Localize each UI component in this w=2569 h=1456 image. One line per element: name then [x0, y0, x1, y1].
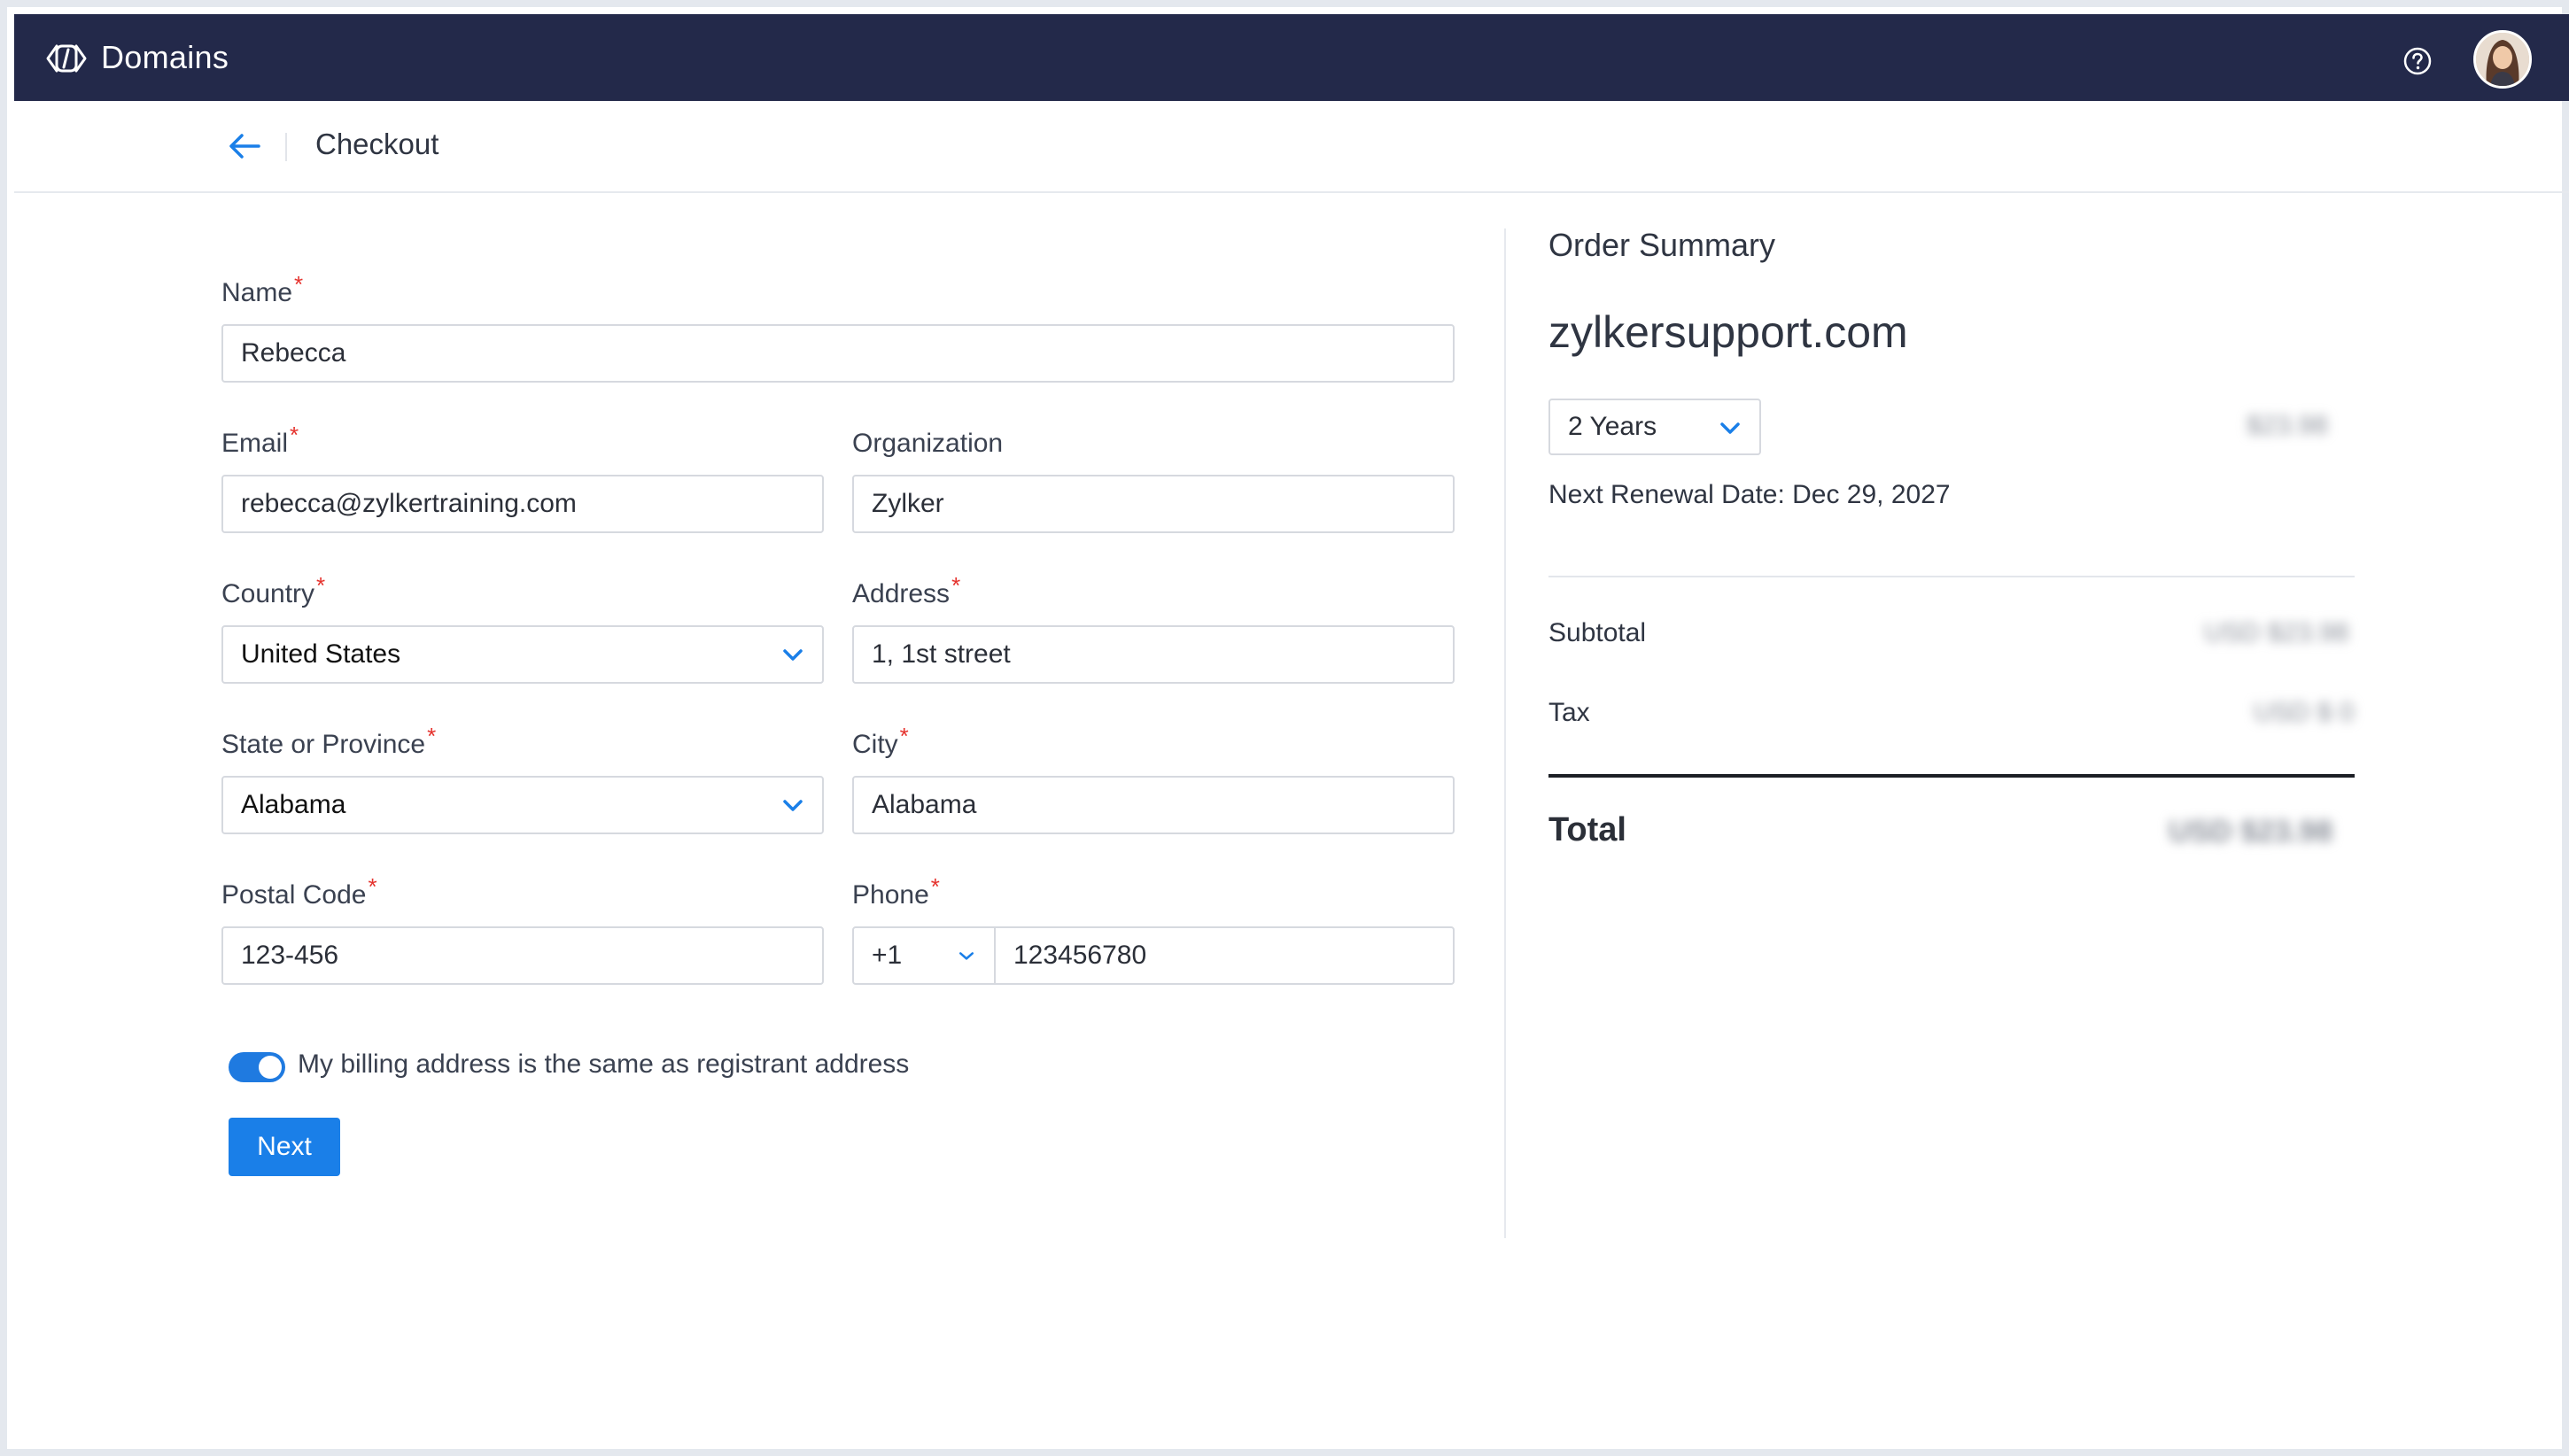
- state-label: State or Province*: [221, 723, 436, 760]
- email-field[interactable]: rebecca@zylkertraining.com: [221, 475, 824, 533]
- email-value: rebecca@zylkertraining.com: [241, 489, 577, 518]
- required-mark: *: [899, 723, 909, 749]
- phone-label: Phone*: [852, 873, 940, 910]
- required-mark: *: [368, 873, 377, 900]
- state-value: Alabama: [241, 790, 346, 819]
- total-divider: [1548, 774, 2355, 778]
- country-label-text: Country: [221, 579, 315, 608]
- term-price: $23.98: [2247, 411, 2328, 440]
- billing-same-label: My billing address is the same as regist…: [298, 1049, 910, 1079]
- country-value: United States: [241, 639, 401, 669]
- country-select[interactable]: United States: [221, 625, 824, 684]
- postal-code-field[interactable]: 123-456: [221, 926, 824, 985]
- phone-number-value: 123456780: [1013, 941, 1147, 970]
- city-value: Alabama: [872, 790, 977, 819]
- page-header: Checkout: [14, 101, 2569, 193]
- domains-logo-icon[interactable]: [44, 41, 89, 76]
- tax-label: Tax: [1548, 698, 1590, 727]
- country-label: Country*: [221, 572, 325, 609]
- address-label: Address*: [852, 572, 960, 609]
- summary-divider: [1548, 576, 2355, 577]
- next-renewal-date: Next Renewal Date: Dec 29, 2027: [1548, 480, 1951, 509]
- email-label: Email*: [221, 422, 299, 459]
- order-summary-title: Order Summary: [1548, 227, 1776, 263]
- header-divider: [285, 133, 287, 161]
- address-value: 1, 1st street: [872, 639, 1011, 669]
- chevron-down-icon: [783, 649, 803, 661]
- chevron-down-icon: [959, 952, 974, 960]
- address-label-text: Address: [852, 579, 951, 608]
- organization-field[interactable]: Zylker: [852, 475, 1455, 533]
- phone-label-text: Phone: [852, 880, 929, 910]
- required-mark: *: [951, 572, 961, 599]
- next-button[interactable]: Next: [229, 1118, 340, 1176]
- name-label-text: Name: [221, 278, 293, 307]
- state-label-text: State or Province: [221, 730, 426, 759]
- city-label: City*: [852, 723, 909, 760]
- page-title: Checkout: [315, 128, 439, 160]
- phone-number-field[interactable]: 123456780: [994, 926, 1455, 985]
- name-value: Rebecca: [241, 338, 346, 368]
- organization-label: Organization: [852, 429, 1003, 459]
- address-field[interactable]: 1, 1st street: [852, 625, 1455, 684]
- billing-same-toggle[interactable]: [229, 1052, 285, 1082]
- chevron-down-icon: [1720, 422, 1740, 434]
- postal-code-label: Postal Code*: [221, 873, 377, 910]
- subtotal-value: USD $23.98: [2204, 618, 2349, 647]
- name-field[interactable]: Rebecca: [221, 324, 1455, 383]
- phone-code-value: +1: [872, 941, 903, 970]
- toggle-knob: [259, 1056, 282, 1079]
- term-value: 2 Years: [1568, 412, 1657, 441]
- city-field[interactable]: Alabama: [852, 776, 1455, 834]
- arrow-left-icon[interactable]: [227, 131, 262, 161]
- required-mark: *: [930, 873, 940, 900]
- required-mark: *: [427, 723, 437, 749]
- city-label-text: City: [852, 730, 898, 759]
- required-mark: *: [290, 422, 299, 448]
- chevron-down-icon: [783, 800, 803, 811]
- term-select[interactable]: 2 Years: [1548, 399, 1761, 455]
- tax-value: USD $ 0: [2254, 698, 2355, 727]
- postal-code-value: 123-456: [241, 941, 339, 970]
- subtotal-label: Subtotal: [1548, 618, 1647, 647]
- total-label: Total: [1548, 811, 1626, 848]
- top-bar: Domains: [14, 14, 2569, 101]
- avatar-image: [2476, 33, 2529, 86]
- total-value: USD $23.98: [2169, 815, 2333, 848]
- state-select[interactable]: Alabama: [221, 776, 824, 834]
- required-mark: *: [294, 271, 304, 298]
- email-label-text: Email: [221, 429, 289, 458]
- order-domain-name: zylkersupport.com: [1548, 307, 1908, 357]
- column-divider: [1504, 228, 1506, 1238]
- postal-code-label-text: Postal Code: [221, 880, 367, 910]
- user-avatar[interactable]: [2473, 30, 2532, 89]
- required-mark: *: [316, 572, 326, 599]
- app-title: Domains: [101, 39, 229, 75]
- organization-value: Zylker: [872, 489, 944, 518]
- phone-country-code-select[interactable]: +1: [852, 926, 996, 985]
- name-label: Name*: [221, 271, 303, 308]
- help-circle-icon[interactable]: [2402, 46, 2433, 76]
- organization-label-text: Organization: [852, 429, 1004, 458]
- app-frame: Domains Checkout Name* Rebecca Email* re…: [0, 0, 2569, 1456]
